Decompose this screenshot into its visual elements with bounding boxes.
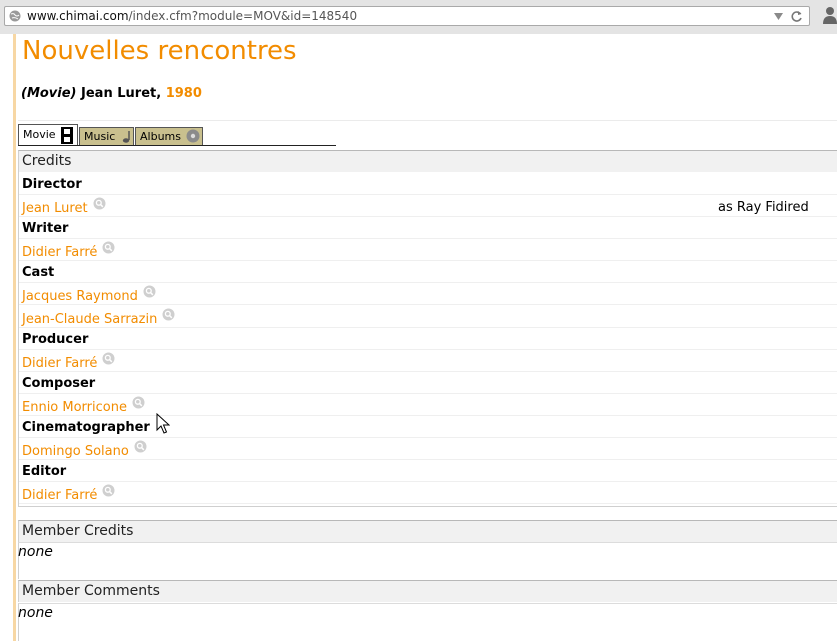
url-text: www.chimai.com/index.cfm?module=MOV&id=1… xyxy=(27,9,357,23)
member-credits-empty: none xyxy=(18,544,53,560)
film-icon xyxy=(61,127,73,144)
character-name: as Ray Fidired xyxy=(718,200,809,215)
page-title: Nouvelles rencontres xyxy=(22,36,297,66)
tab-albums-label: Albums xyxy=(140,130,181,143)
credit-role-row: Cast xyxy=(19,261,837,283)
credit-person-row: Didier Farré xyxy=(19,482,837,504)
member-credits-panel xyxy=(18,542,837,579)
dropdown-arrow-icon[interactable] xyxy=(774,13,783,20)
member-comments-panel xyxy=(18,603,837,641)
credit-person-row: Didier Farré xyxy=(19,239,837,261)
member-comments-empty: none xyxy=(18,605,53,621)
globe-icon xyxy=(9,10,21,22)
search-icon[interactable] xyxy=(132,396,145,409)
person-link[interactable]: Jean-Claude Sarrazin xyxy=(22,308,175,327)
person-link[interactable]: Jean Luret xyxy=(22,197,106,216)
tab-music-label: Music xyxy=(84,130,116,143)
director-name: Jean Luret, xyxy=(81,86,162,101)
credit-person-row: Ennio Morricone xyxy=(19,394,837,416)
search-icon[interactable] xyxy=(162,308,175,321)
search-icon[interactable] xyxy=(134,440,147,453)
divider xyxy=(18,120,837,121)
tab-movie-label: Movie xyxy=(23,128,56,141)
disc-icon xyxy=(186,129,200,143)
person-link[interactable]: Didier Farré xyxy=(22,484,115,503)
url-path: /index.cfm?module=MOV&id=148540 xyxy=(128,9,358,23)
release-year-link[interactable]: 1980 xyxy=(166,86,202,101)
search-icon[interactable] xyxy=(102,484,115,497)
tab-albums[interactable]: Albums xyxy=(135,127,203,145)
credit-person-row: Domingo Solano xyxy=(19,438,837,460)
credit-role-row: Producer xyxy=(19,328,837,350)
url-host: www.chimai.com xyxy=(27,9,129,23)
person-link[interactable]: Jacques Raymond xyxy=(22,285,156,304)
member-credits-header: Member Credits xyxy=(18,520,837,542)
browser-toolbar: www.chimai.com/index.cfm?module=MOV&id=1… xyxy=(0,0,837,34)
credit-person-row: Didier Farré xyxy=(19,350,837,372)
credits-header: Credits xyxy=(18,150,837,172)
role-label: Composer xyxy=(22,376,96,391)
search-icon[interactable] xyxy=(102,352,115,365)
search-icon[interactable] xyxy=(102,241,115,254)
credit-role-row: Composer xyxy=(19,372,837,394)
person-link[interactable]: Ennio Morricone xyxy=(22,396,145,415)
credit-person-row: Jean Luret as Ray Fidired xyxy=(19,195,837,217)
page-left-border xyxy=(13,34,16,641)
credit-person-row: Jacques Raymond xyxy=(19,283,837,305)
role-label: Cast xyxy=(22,265,55,280)
mouse-cursor-icon xyxy=(156,413,170,434)
person-link[interactable]: Didier Farré xyxy=(22,352,115,371)
address-bar[interactable]: www.chimai.com/index.cfm?module=MOV&id=1… xyxy=(4,6,810,26)
role-label: Cinematographer xyxy=(22,420,150,435)
member-comments-header: Member Comments xyxy=(18,580,837,602)
role-label: Producer xyxy=(22,332,89,347)
search-icon[interactable] xyxy=(93,197,106,210)
credit-role-row: Cinematographer xyxy=(19,416,837,438)
tab-movie[interactable]: Movie xyxy=(18,124,78,146)
movie-subtitle: (Movie) Jean Luret, 1980 xyxy=(21,86,202,101)
role-label: Editor xyxy=(22,464,67,479)
credit-role-row: Director xyxy=(19,173,837,195)
music-note-icon xyxy=(122,131,130,143)
person-link[interactable]: Didier Farré xyxy=(22,241,115,260)
tabs-underline xyxy=(18,145,336,146)
tab-music[interactable]: Music xyxy=(79,127,134,145)
role-label: Director xyxy=(22,177,82,192)
media-kind: (Movie) xyxy=(21,86,77,101)
user-icon[interactable] xyxy=(822,6,837,24)
person-link[interactable]: Domingo Solano xyxy=(22,440,147,459)
credit-person-row: Jean-Claude Sarrazin xyxy=(19,306,837,328)
credit-role-row: Editor xyxy=(19,460,837,482)
credit-role-row: Writer xyxy=(19,217,837,239)
reload-icon[interactable] xyxy=(790,10,803,23)
role-label: Writer xyxy=(22,221,69,236)
search-icon[interactable] xyxy=(143,285,156,298)
